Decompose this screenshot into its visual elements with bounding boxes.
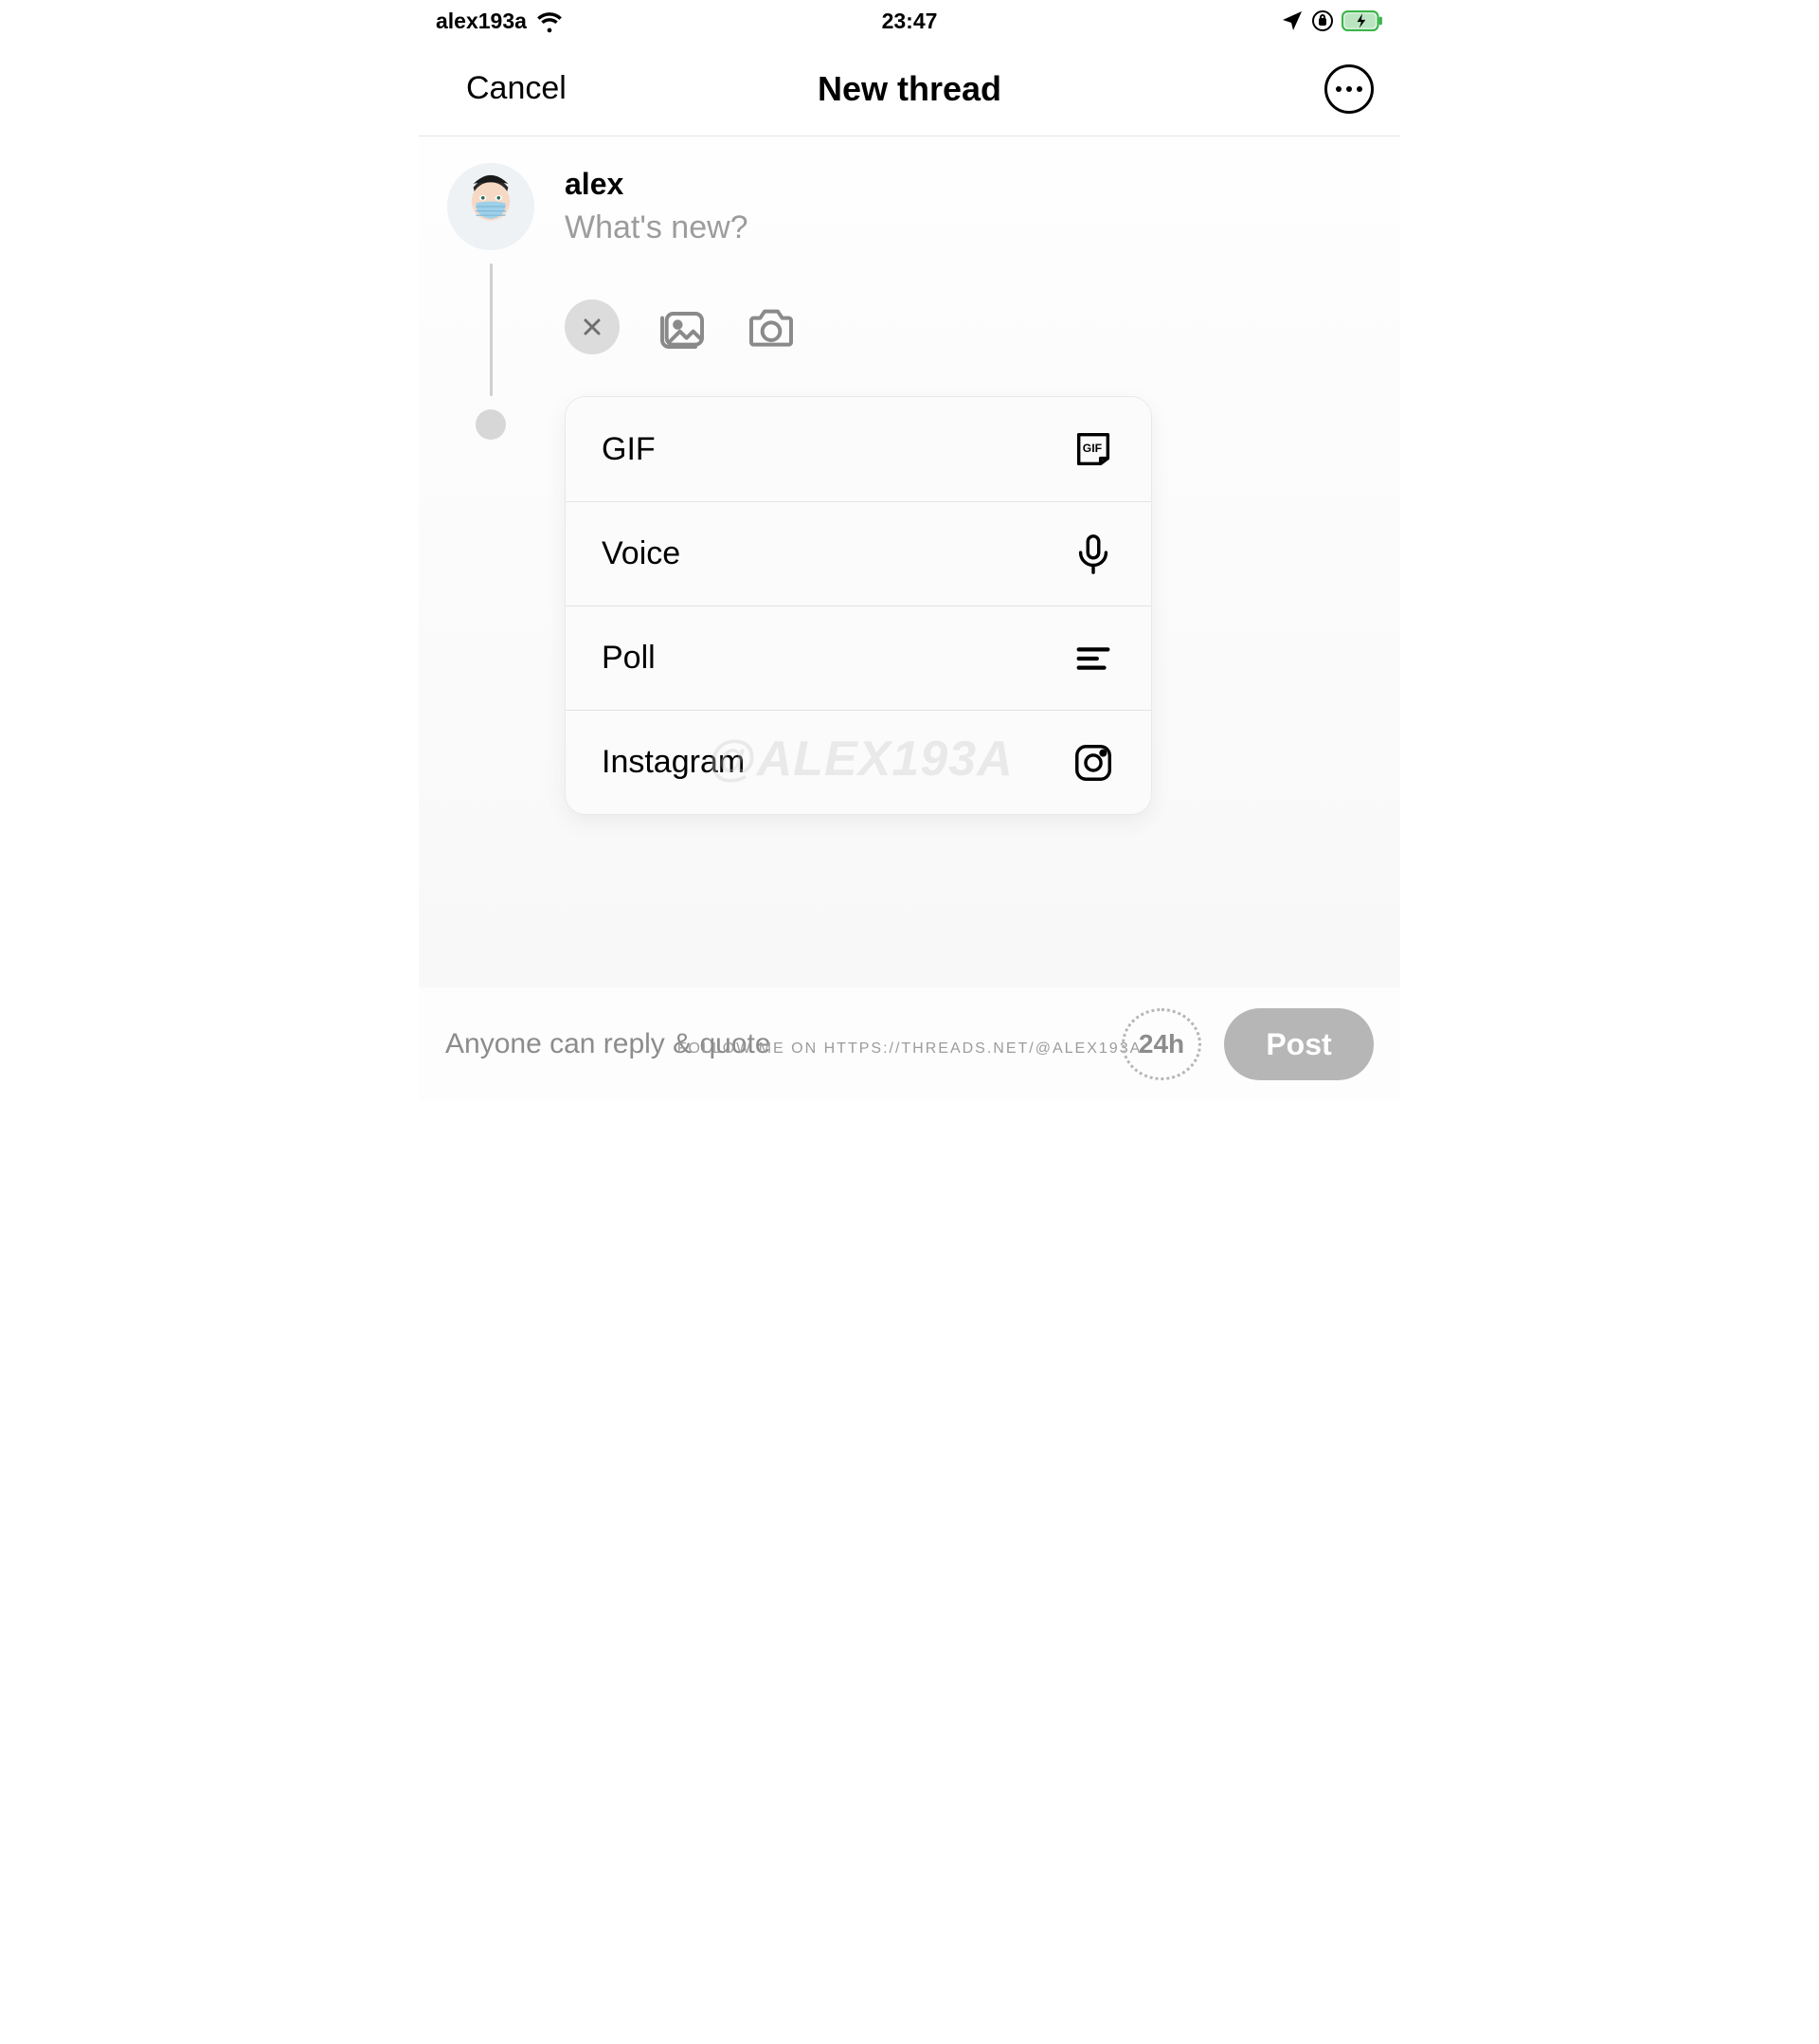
add-thread-dot[interactable] (476, 409, 506, 440)
menu-item-instagram[interactable]: Instagram (566, 710, 1151, 814)
thread-line (490, 263, 493, 396)
page-title: New thread (818, 69, 1001, 109)
timer-label: 24h (1139, 1029, 1184, 1059)
carrier-label: alex193a (436, 9, 527, 34)
menu-item-label: Voice (602, 535, 680, 572)
attachment-menu: GIF GIF Voice (565, 396, 1152, 815)
compose-input[interactable]: What's new? (565, 209, 1376, 246)
status-left: alex193a (436, 8, 563, 34)
menu-item-poll[interactable]: Poll (566, 606, 1151, 710)
poll-icon (1072, 637, 1115, 680)
avatar[interactable] (447, 163, 534, 250)
orientation-lock-icon (1311, 9, 1334, 32)
compose-area: alex What's new? (419, 136, 1400, 987)
instagram-icon (1072, 741, 1115, 785)
status-time: 23:47 (882, 9, 938, 34)
wifi-icon (536, 8, 563, 34)
menu-item-gif[interactable]: GIF GIF (566, 397, 1151, 501)
menu-item-label: GIF (602, 431, 656, 468)
gallery-icon[interactable] (656, 300, 709, 353)
follow-line: FOLLOW ME ON HTTPS://THREADS.NET/@ALEX19… (419, 1040, 1400, 1058)
status-bar: alex193a 23:47 (419, 0, 1400, 42)
menu-item-label: Poll (602, 640, 656, 677)
svg-text:GIF: GIF (1083, 442, 1103, 455)
close-attachments-button[interactable] (565, 299, 620, 354)
more-options-button[interactable] (1324, 64, 1374, 114)
menu-item-label: Instagram (602, 744, 745, 781)
username-label: alex (565, 167, 1376, 202)
attachment-row (565, 299, 1376, 354)
thread-rail (443, 163, 538, 987)
status-right (1281, 9, 1383, 32)
compose-body: alex What's new? (538, 163, 1376, 987)
compose-screen: alex193a 23:47 Cancel New thread (419, 0, 1400, 1101)
menu-item-voice[interactable]: Voice (566, 501, 1151, 606)
location-icon (1281, 9, 1304, 32)
microphone-icon (1072, 533, 1115, 576)
header: Cancel New thread (419, 42, 1400, 136)
cancel-button[interactable]: Cancel (466, 70, 567, 107)
gif-icon: GIF (1072, 427, 1115, 471)
expiry-timer-button[interactable]: 24h (1118, 1004, 1205, 1084)
battery-charging-icon (1342, 10, 1383, 31)
camera-icon[interactable] (745, 300, 798, 353)
